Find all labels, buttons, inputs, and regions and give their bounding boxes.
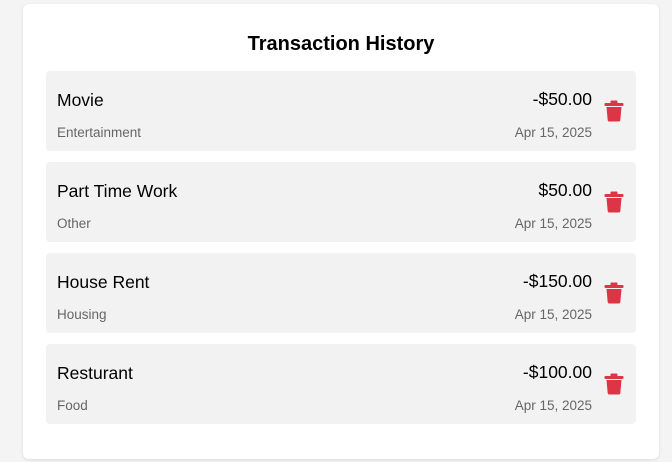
transaction-item: House Rent Housing -$150.00 Apr 15, 2025 [46,253,636,333]
transaction-category: Food [57,398,88,413]
transaction-date: Apr 15, 2025 [514,398,592,413]
transaction-amount: $50.00 [538,180,592,200]
delete-button[interactable] [600,370,628,398]
transaction-date: Apr 15, 2025 [514,125,592,140]
transaction-name: Movie [57,90,104,110]
transaction-category: Entertainment [57,125,142,140]
transaction-history-card: Transaction History Movie Entertainment … [23,4,659,459]
delete-button[interactable] [600,188,628,216]
trash-icon [604,373,624,395]
page-title: Transaction History [247,33,435,55]
trash-icon [604,100,624,122]
transaction-name: Part Time Work [57,181,178,201]
transaction-item: Movie Entertainment -$50.00 Apr 15, 2025 [46,71,636,151]
transaction-amount: -$50.00 [532,89,592,109]
transaction-date: Apr 15, 2025 [514,307,592,322]
delete-button[interactable] [600,279,628,307]
transaction-item: Resturant Food -$100.00 Apr 15, 2025 [46,344,636,424]
transaction-amount: -$150.00 [522,271,592,291]
transaction-date: Apr 15, 2025 [514,216,592,231]
delete-button[interactable] [600,97,628,125]
transaction-name: Resturant [57,363,133,383]
trash-icon [604,282,624,304]
transaction-category: Housing [57,307,107,322]
transaction-category: Other [57,216,91,231]
transaction-name: House Rent [57,272,150,292]
transaction-item: Part Time Work Other $50.00 Apr 15, 2025 [46,162,636,242]
transaction-list: Movie Entertainment -$50.00 Apr 15, 2025… [46,71,636,435]
transaction-amount: -$100.00 [522,362,592,382]
trash-icon [604,191,624,213]
